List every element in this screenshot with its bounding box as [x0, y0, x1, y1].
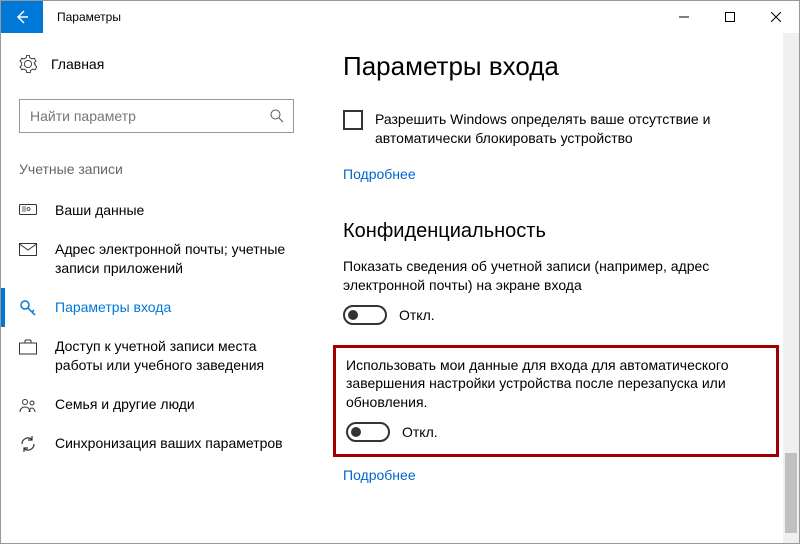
back-button[interactable]: [1, 1, 43, 33]
home-button[interactable]: Главная: [19, 51, 319, 77]
auto-lock-checkbox-row[interactable]: Разрешить Windows определять ваше отсутс…: [343, 110, 769, 148]
sidebar-item-sync[interactable]: Синхронизация ваших параметров: [1, 424, 319, 463]
sidebar-item-label: Синхронизация ваших параметров: [55, 434, 319, 453]
sync-icon: [19, 435, 37, 453]
your-info-icon: [19, 202, 37, 220]
close-icon: [771, 12, 781, 22]
sidebar-item-work-access[interactable]: Доступ к учетной записи места работы или…: [1, 327, 319, 385]
sidebar-item-label: Адрес электронной почты; учетные записи …: [55, 240, 319, 278]
search-icon: [269, 108, 285, 124]
sidebar-item-label: Доступ к учетной записи места работы или…: [55, 337, 319, 375]
titlebar: Параметры: [1, 1, 799, 33]
sidebar-item-family[interactable]: Семья и другие люди: [1, 385, 319, 424]
privacy-heading: Конфиденциальность: [343, 220, 769, 243]
sidebar-item-signin-options[interactable]: Параметры входа: [1, 288, 319, 327]
sidebar-item-label: Ваши данные: [55, 201, 319, 220]
close-button[interactable]: [753, 1, 799, 33]
checkbox-icon[interactable]: [343, 110, 363, 130]
toggle-label: Откл.: [399, 307, 435, 323]
main-content: Параметры входа Разрешить Windows опреде…: [319, 33, 799, 543]
setting-description: Показать сведения об учетной записи (нап…: [343, 257, 769, 295]
toggle-switch[interactable]: [343, 305, 387, 325]
setting-description: Использовать мои данные для входа для ав…: [346, 356, 766, 413]
gear-icon: [19, 55, 37, 73]
window-title: Параметры: [57, 10, 121, 24]
scrollbar-thumb[interactable]: [785, 453, 797, 533]
mail-icon: [19, 241, 37, 259]
learn-more-link[interactable]: Подробнее: [343, 166, 416, 182]
toggle-label: Откл.: [402, 424, 438, 440]
key-icon: [19, 299, 37, 317]
search-input[interactable]: Найти параметр: [19, 99, 294, 133]
people-icon: [19, 396, 37, 414]
sidebar-item-your-info[interactable]: Ваши данные: [1, 191, 319, 230]
home-label: Главная: [51, 56, 104, 72]
nav-list: Ваши данные Адрес электронной почты; уче…: [19, 191, 319, 463]
page-title: Параметры входа: [343, 51, 769, 82]
sidebar: Главная Найти параметр Учетные записи Ва…: [1, 33, 319, 543]
arrow-left-icon: [14, 9, 30, 25]
show-account-info-toggle[interactable]: Откл.: [343, 305, 769, 325]
highlighted-setting: Использовать мои данные для входа для ав…: [333, 345, 779, 458]
briefcase-icon: [19, 338, 37, 356]
search-placeholder: Найти параметр: [30, 108, 269, 124]
sidebar-item-email[interactable]: Адрес электронной почты; учетные записи …: [1, 230, 319, 288]
sidebar-item-label: Параметры входа: [55, 298, 319, 317]
sidebar-item-label: Семья и другие люди: [55, 395, 319, 414]
checkbox-label: Разрешить Windows определять ваше отсутс…: [375, 110, 769, 148]
window-controls: [661, 1, 799, 33]
minimize-button[interactable]: [661, 1, 707, 33]
scrollbar[interactable]: [783, 33, 799, 543]
use-signin-info-toggle[interactable]: Откл.: [346, 422, 766, 442]
maximize-button[interactable]: [707, 1, 753, 33]
sidebar-section-header: Учетные записи: [19, 161, 319, 177]
maximize-icon: [725, 12, 735, 22]
learn-more-link[interactable]: Подробнее: [343, 467, 416, 483]
toggle-switch[interactable]: [346, 422, 390, 442]
minimize-icon: [679, 12, 689, 22]
